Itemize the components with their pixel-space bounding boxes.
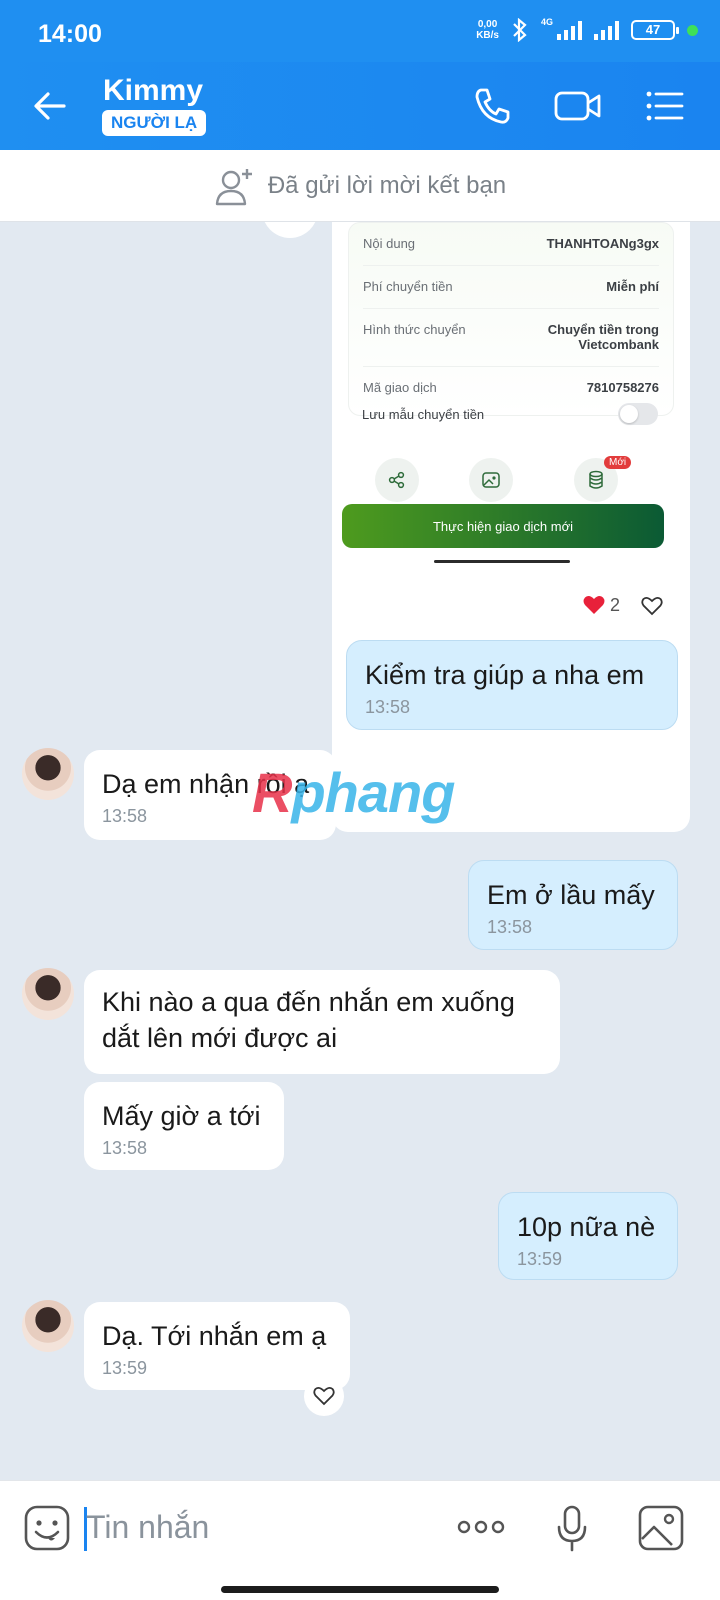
emoji-icon[interactable] bbox=[24, 1505, 70, 1551]
message-input-bar: Tin nhắn bbox=[0, 1480, 720, 1600]
battery-icon: 47 bbox=[631, 20, 679, 40]
message-bubble-outgoing[interactable]: Em ở lầu mấy 13:58 bbox=[468, 860, 678, 950]
more-icon[interactable] bbox=[456, 1515, 506, 1539]
save-template-toggle bbox=[618, 403, 658, 425]
net-speed-unit: KB/s bbox=[476, 30, 499, 41]
message-bubble-incoming[interactable]: Mấy giờ a tới 13:58 bbox=[84, 1082, 284, 1170]
message-text: Dạ. Tới nhắn em ạ bbox=[102, 1321, 327, 1351]
status-icons: 0,00 KB/s 4G 47 bbox=[476, 18, 698, 42]
net-speed-value: 0,00 bbox=[477, 19, 498, 30]
video-call-icon[interactable] bbox=[552, 82, 604, 130]
react-heart-button[interactable] bbox=[304, 1376, 344, 1416]
message-time: 13:59 bbox=[517, 1249, 563, 1269]
microphone-icon[interactable] bbox=[556, 1505, 588, 1553]
image-icon bbox=[469, 458, 513, 502]
watermark-part2: phang bbox=[291, 761, 455, 824]
back-arrow-icon[interactable] bbox=[28, 84, 72, 128]
message-time: 13:58 bbox=[365, 697, 411, 717]
row-label: Mã giao dịch bbox=[363, 380, 437, 395]
transfer-row: Hình thức chuyển Chuyển tiền trong Vietco… bbox=[363, 309, 659, 367]
message-bubble-incoming[interactable]: Khi nào a qua đến nhắn em xuống dắt lên … bbox=[84, 970, 560, 1074]
friend-request-text: Đã gửi lời mời kết bạn bbox=[267, 171, 507, 199]
watermark-logo: Rphang bbox=[252, 760, 455, 825]
message-text: Khi nào a qua đến nhắn em xuống dắt lên … bbox=[102, 987, 515, 1053]
message-text: Em ở lầu mấy bbox=[487, 880, 655, 910]
heart-outline-icon bbox=[313, 1386, 335, 1406]
chat-header: Kimmy NGƯỜI LẠ bbox=[0, 62, 720, 150]
message-text: Kiểm tra giúp a nha em bbox=[365, 660, 645, 690]
privacy-dot-icon bbox=[687, 24, 698, 36]
new-transaction-button: Thực hiện giao dịch mới bbox=[342, 504, 664, 548]
reaction-count: 2 bbox=[610, 594, 621, 615]
row-value: Chuyển tiền trong Vietcombank bbox=[547, 322, 659, 352]
message-input[interactable]: Tin nhắn bbox=[86, 1509, 209, 1546]
transfer-row: Phí chuyển tiền Miễn phí bbox=[363, 266, 659, 309]
heart-outline-icon bbox=[641, 596, 663, 616]
row-value: 7810758276 bbox=[586, 380, 659, 395]
message-bubble-outgoing[interactable]: Kiểm tra giúp a nha em 13:58 bbox=[346, 640, 678, 730]
row-value: THANHTOANg3gx bbox=[546, 236, 659, 251]
contact-name[interactable]: Kimmy bbox=[103, 74, 203, 108]
transfer-screenshot-image[interactable]: Nội dung THANHTOANg3gx Phí chuyển tiền Miễ… bbox=[332, 222, 690, 832]
chat-area[interactable]: Nội dung THANHTOANg3gx Phí chuyển tiền Miễ… bbox=[0, 222, 720, 1480]
message-time: 13:59 bbox=[102, 1358, 148, 1378]
status-bar: 14:00 0,00 KB/s 4G 47 bbox=[0, 0, 720, 62]
message-bubble-outgoing[interactable]: 10p nữa nè 13:59 bbox=[498, 1192, 678, 1280]
phone-icon[interactable] bbox=[468, 82, 516, 130]
avatar[interactable] bbox=[22, 968, 74, 1020]
scroll-partial-button bbox=[262, 222, 318, 238]
save-template-row: Lưu mẫu chuyển tiền bbox=[362, 403, 658, 425]
gallery-icon[interactable] bbox=[638, 1505, 684, 1551]
avatar[interactable] bbox=[22, 1300, 74, 1352]
add-friend-icon bbox=[215, 168, 252, 205]
save-template-label: Lưu mẫu chuyển tiền bbox=[362, 406, 485, 422]
bluetooth-icon bbox=[513, 18, 527, 42]
message-text: 10p nữa nè bbox=[517, 1212, 656, 1242]
message-bubble-incoming[interactable]: Dạ. Tới nhắn em ạ 13:59 bbox=[84, 1302, 350, 1390]
signal-icon bbox=[557, 20, 582, 40]
menu-icon[interactable] bbox=[640, 82, 688, 130]
stranger-badge: NGƯỜI LẠ bbox=[102, 110, 207, 136]
signal-2-icon bbox=[594, 20, 619, 40]
heart-icon bbox=[583, 596, 605, 614]
react-heart-button[interactable] bbox=[632, 586, 672, 626]
row-label: Hình thức chuyển bbox=[363, 322, 466, 337]
watermark-part1: R bbox=[252, 761, 292, 824]
new-tag: Mới bbox=[604, 456, 632, 469]
friend-request-bar: Đã gửi lời mời kết bạn bbox=[0, 150, 720, 222]
net-speed: 0,00 KB/s bbox=[476, 19, 499, 41]
transfer-details: Nội dung THANHTOANg3gx Phí chuyển tiền Miễ… bbox=[348, 222, 674, 416]
message-time: 13:58 bbox=[102, 1138, 148, 1158]
transfer-row: Nội dung THANHTOANg3gx bbox=[363, 223, 659, 266]
home-indicator bbox=[221, 1586, 499, 1593]
share-icon bbox=[375, 458, 419, 502]
avatar[interactable] bbox=[22, 748, 74, 800]
message-text: Mấy giờ a tới bbox=[102, 1101, 261, 1131]
screenshot-home-indicator bbox=[434, 560, 570, 563]
network-type: 4G bbox=[540, 17, 553, 27]
status-time: 14:00 bbox=[38, 20, 102, 48]
message-time: 13:58 bbox=[487, 917, 533, 937]
row-value: Miễn phí bbox=[606, 279, 659, 294]
row-label: Phí chuyển tiền bbox=[363, 279, 453, 294]
reaction-summary[interactable]: 2 bbox=[572, 587, 631, 623]
row-label: Nội dung bbox=[363, 236, 416, 251]
